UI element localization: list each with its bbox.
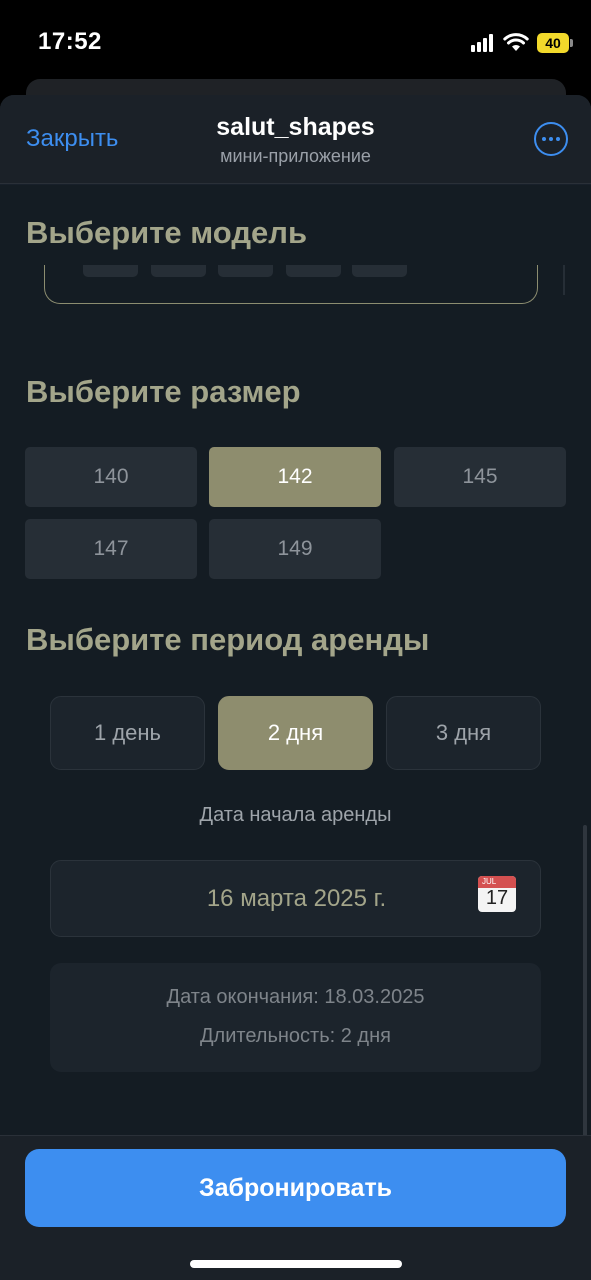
model-option[interactable] [83, 265, 138, 277]
size-option-145[interactable]: 145 [394, 447, 566, 507]
app-subtitle: мини-приложение [220, 146, 371, 166]
model-option[interactable] [352, 265, 407, 277]
calendar-icon[interactable]: JUL 17 [478, 876, 516, 912]
more-options-icon[interactable] [534, 122, 568, 156]
model-section-title: Выберите модель [26, 215, 307, 250]
size-option-142[interactable]: 142 [209, 447, 381, 507]
period-option-2-days[interactable]: 2 дня [218, 696, 373, 770]
model-option[interactable] [286, 265, 341, 277]
model-scroll-edge [563, 265, 565, 295]
app-title: salut_shapes [216, 113, 375, 141]
start-date-value: 16 марта 2025 г. [206, 885, 387, 912]
main-content[interactable]: Выберите модель Выберите размер 140 142 … [0, 185, 591, 1230]
duration-text: Длительность: 2 дня [200, 1025, 391, 1047]
mini-app-sheet: Закрыть salut_shapes мини-приложение Выб… [0, 95, 591, 1280]
cellular-signal-icon [471, 34, 493, 52]
start-date-label: Дата начала аренды [199, 804, 392, 826]
period-section-title: Выберите период аренды [26, 622, 430, 657]
calendar-day: 17 [485, 887, 509, 909]
battery-icon: 40 [537, 33, 573, 53]
size-option-147[interactable]: 147 [25, 519, 197, 579]
bottom-bar: Забронировать [0, 1135, 591, 1280]
status-bar: 17:52 40 [0, 0, 591, 80]
book-button[interactable]: Забронировать [25, 1149, 566, 1227]
status-time: 17:52 [38, 28, 102, 55]
home-indicator[interactable] [190, 1260, 402, 1268]
start-date-field[interactable]: 16 марта 2025 г. JUL 17 [50, 860, 541, 937]
sheet-header: Закрыть salut_shapes мини-приложение [0, 95, 591, 184]
period-option-1-day[interactable]: 1 день [50, 696, 205, 770]
model-option[interactable] [218, 265, 273, 277]
size-option-140[interactable]: 140 [25, 447, 197, 507]
end-date-text: Дата окончания: 18.03.2025 [166, 986, 425, 1008]
wifi-icon [503, 33, 529, 51]
rental-summary: Дата окончания: 18.03.2025 Длительность:… [50, 963, 541, 1072]
size-option-149[interactable]: 149 [209, 519, 381, 579]
battery-level: 40 [537, 33, 569, 53]
period-option-3-days[interactable]: 3 дня [386, 696, 541, 770]
size-section-title: Выберите размер [26, 374, 301, 409]
model-option[interactable] [151, 265, 206, 277]
